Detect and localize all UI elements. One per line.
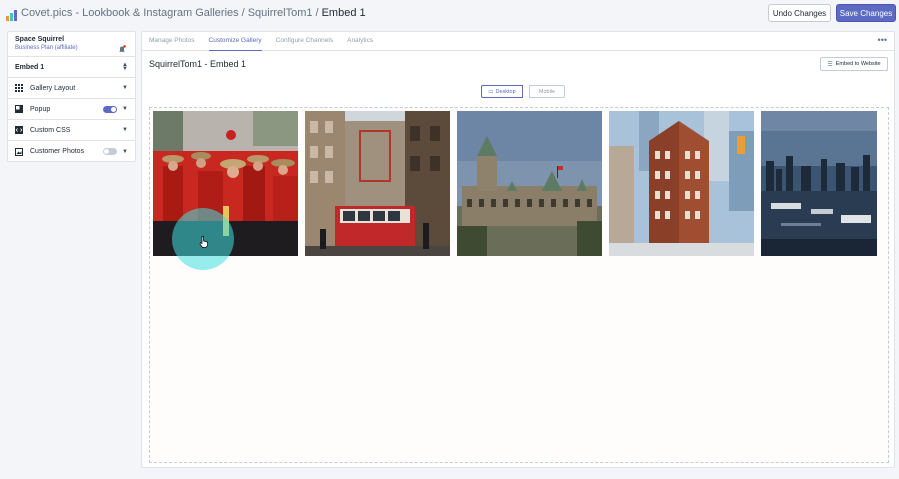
- more-options-icon[interactable]: •••: [878, 35, 887, 45]
- breadcrumb-current: Embed 1: [321, 7, 366, 19]
- tab-bar: Manage Photos Customize Gallery Configur…: [142, 32, 894, 51]
- account-name: Space Squirrel: [15, 36, 65, 43]
- app-header: Covet.pics - Lookbook & Instagram Galler…: [0, 0, 899, 26]
- sidebar-item-gallery-layout[interactable]: Gallery Layout ▼: [8, 78, 135, 99]
- sidebar-item-label: Popup: [30, 105, 51, 113]
- sidebar-item-label: Custom CSS: [30, 126, 71, 134]
- gallery-photo-harbour-skyline[interactable]: [761, 111, 877, 256]
- device-view-toggle: ▭ Desktop Mobile: [481, 85, 565, 98]
- app-logo-icon: [6, 8, 17, 21]
- embed-button-label: Embed to Website: [835, 61, 881, 67]
- gallery-photo-streetcar-street[interactable]: [305, 111, 450, 256]
- select-arrows-icon: ▲ ▼: [122, 62, 128, 72]
- page-title: SquirrelTom1 - Embed 1: [149, 59, 247, 69]
- mobile-view-button[interactable]: Mobile: [529, 85, 565, 98]
- main-panel: Manage Photos Customize Gallery Configur…: [141, 31, 895, 468]
- settings-sidebar: Space Squirrel Business Plan (affiliate)…: [7, 31, 136, 162]
- account-plan-link[interactable]: Business Plan (affiliate): [15, 45, 135, 51]
- tab-analytics[interactable]: Analytics: [347, 32, 373, 51]
- customer-photos-toggle[interactable]: [103, 148, 118, 155]
- gallery-photo-mounties-parade[interactable]: [153, 111, 298, 256]
- tab-customize-gallery[interactable]: Customize Gallery: [208, 32, 262, 51]
- gallery-photo-flatiron-building[interactable]: [609, 111, 754, 256]
- breadcrumb-account[interactable]: SquirrelTom1: [248, 7, 313, 19]
- chevron-down-icon: ▼: [122, 127, 128, 133]
- tab-manage-photos[interactable]: Manage Photos: [149, 32, 195, 51]
- popup-toggle[interactable]: [103, 105, 118, 113]
- code-icon: [15, 126, 23, 134]
- chevron-down-icon: ▼: [122, 106, 128, 112]
- embed-select-value: Embed 1: [15, 63, 45, 71]
- undo-changes-button[interactable]: Undo Changes: [768, 4, 831, 22]
- sidebar-item-label: Gallery Layout: [30, 84, 76, 92]
- desktop-view-button[interactable]: ▭ Desktop: [481, 85, 523, 98]
- embed-select[interactable]: Embed 1 ▲ ▼: [8, 57, 135, 78]
- photos-icon: [15, 147, 23, 156]
- sidebar-item-custom-css[interactable]: Custom CSS ▼: [8, 120, 135, 141]
- gallery-photo-parliament-building[interactable]: [457, 111, 602, 256]
- account-panel: Space Squirrel Business Plan (affiliate): [8, 32, 135, 57]
- embed-to-website-button[interactable]: ☰ Embed to Website: [820, 57, 888, 71]
- tab-configure-channels[interactable]: Configure Channels: [276, 32, 333, 51]
- sidebar-item-popup[interactable]: Popup ▼: [8, 99, 135, 120]
- breadcrumb-separator: /: [241, 7, 245, 19]
- sidebar-item-customer-photos[interactable]: Customer Photos ▼: [8, 141, 135, 162]
- popup-icon: [15, 105, 23, 113]
- breadcrumb-app[interactable]: Covet.pics - Lookbook & Instagram Galler…: [21, 7, 239, 19]
- grid-icon: [15, 84, 23, 92]
- save-changes-button[interactable]: Save Changes: [836, 4, 896, 22]
- chevron-down-icon: ▼: [122, 148, 128, 155]
- breadcrumb-separator: /: [315, 7, 319, 19]
- gallery-preview: [149, 107, 889, 463]
- notification-bell-icon[interactable]: [118, 40, 126, 52]
- desktop-icon: ▭: [488, 88, 494, 95]
- embed-code-icon: ☰: [827, 61, 833, 68]
- desktop-view-label: Desktop: [495, 88, 516, 95]
- sidebar-item-label: Customer Photos: [30, 148, 85, 155]
- chevron-down-icon: ▼: [122, 85, 128, 91]
